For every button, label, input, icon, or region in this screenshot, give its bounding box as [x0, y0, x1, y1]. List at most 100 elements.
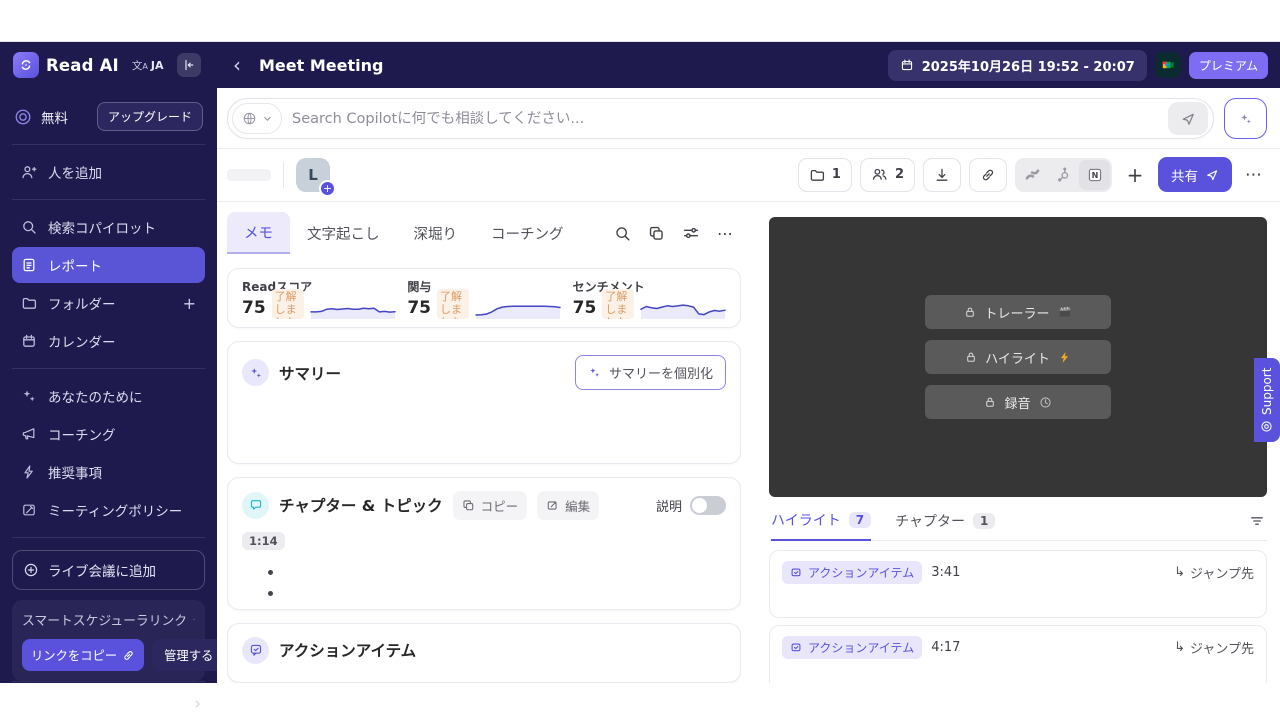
folder-icon [809, 167, 825, 183]
sidebar-item-calendar[interactable]: カレンダー [12, 323, 205, 359]
lightning-icon [1058, 351, 1071, 364]
sidebar-item-folders[interactable]: フォルダー + [12, 285, 205, 321]
send-button[interactable] [1168, 102, 1208, 135]
hubspot-icon[interactable] [1048, 160, 1079, 190]
calendar-icon [900, 58, 914, 72]
notion-icon[interactable]: N [1079, 160, 1110, 190]
participants-count-button[interactable]: 2 [860, 158, 915, 192]
folder-count-button[interactable]: 1 [798, 158, 852, 192]
description-label: 説明 [656, 496, 682, 515]
download-button[interactable] [923, 158, 961, 192]
info-icon[interactable] [193, 613, 195, 626]
header-right: 2025年10月26日 19:52 - 20:07 プレミアム [888, 50, 1280, 81]
sidebar-item-search-copilot[interactable]: 検索コパイロット [12, 209, 205, 245]
calendar-icon [21, 333, 37, 349]
sparkle-wand-icon [1238, 111, 1254, 127]
media-column: トレーラー ハイライト 録音 [769, 212, 1267, 683]
personalize-summary-button[interactable]: サマリーを個別化 [575, 355, 726, 390]
send-icon [1180, 111, 1196, 127]
lock-icon [984, 396, 996, 408]
jump-to-link[interactable]: ↳ ジャンプ先 [1174, 563, 1254, 582]
highlight-card[interactable]: アクションアイテム 4:17 ↳ ジャンプ先 [769, 625, 1267, 683]
copy-notes-icon[interactable] [648, 225, 665, 242]
brand-area: Read AI 文A JA [0, 52, 217, 78]
chapters-count-badge: 1 [973, 513, 995, 529]
globe-icon [242, 111, 257, 126]
plan-icon [14, 108, 32, 126]
sidebar-footer: › [12, 681, 205, 714]
translate-icon: 文A [132, 58, 148, 73]
person-plus-icon [21, 164, 37, 180]
tab-chapters[interactable]: チャプター 1 [895, 511, 995, 540]
sidebar-collapse-button[interactable] [177, 53, 201, 77]
chapter-bullet [268, 591, 726, 596]
link-icon [122, 649, 135, 662]
sidebar-item-coaching[interactable]: コーチング [12, 416, 205, 452]
description-toggle[interactable] [690, 496, 726, 515]
sidebar-item-recommendations[interactable]: 推奨事項 [12, 454, 205, 490]
breadcrumb-placeholder [227, 169, 271, 181]
smart-scheduler-panel: スマートスケジューラリンク リンクをコピー 管理する [12, 600, 205, 681]
bolt-icon [21, 464, 37, 480]
chapters-topics-card: チャプター & トピック コピー 編集 説明 [227, 477, 741, 610]
chat-check-icon [790, 642, 802, 654]
manage-button[interactable]: 管理する [152, 639, 225, 671]
sidebar-item-add-people[interactable]: 人を追加 [12, 154, 205, 190]
chapter-timestamp[interactable]: 1:14 [242, 532, 285, 550]
search-scope-selector[interactable] [232, 103, 282, 134]
sparkles-icon [21, 388, 37, 404]
highlight-card[interactable]: アクションアイテム 3:41 ↳ ジャンプ先 [769, 550, 1267, 618]
language-toggle[interactable]: 文A JA [132, 58, 164, 73]
tab-highlights[interactable]: ハイライト 7 [771, 510, 871, 541]
support-tab[interactable]: Support [1254, 358, 1280, 442]
copilot-search-input[interactable] [292, 111, 1168, 127]
copilot-magic-button[interactable] [1224, 98, 1267, 139]
tab-coaching[interactable]: コーチング [474, 213, 581, 253]
search-notes-icon[interactable] [614, 225, 631, 242]
share-button[interactable]: 共有 [1158, 157, 1232, 192]
video-player[interactable]: トレーラー ハイライト 録音 [769, 217, 1267, 497]
add-participant-button[interactable]: + [319, 180, 336, 197]
support-icon [1261, 420, 1274, 433]
metric-badge: 了解しました [602, 289, 634, 319]
back-button[interactable]: ‹ [231, 55, 243, 75]
tab-deep-dive[interactable]: 深堀り [397, 213, 475, 253]
smart-scheduler-title: スマートスケジューラリンク [22, 610, 195, 629]
sidebar-item-meeting-policies[interactable]: ミーティングポリシー [12, 492, 205, 528]
copy-meeting-link-button[interactable] [969, 158, 1007, 192]
action-item-badge: アクションアイテム [782, 636, 922, 659]
copy-chapters-button[interactable]: コピー [453, 491, 528, 520]
copy-link-button[interactable]: リンクをコピー [22, 639, 144, 671]
expand-chevron-button[interactable]: › [190, 694, 205, 714]
tab-memo[interactable]: メモ [227, 212, 290, 254]
edit-icon [546, 499, 559, 512]
highlight-reel-button[interactable]: ハイライト [925, 340, 1111, 374]
plus-circle-icon [23, 562, 39, 578]
add-integration-button[interactable]: + [1120, 158, 1150, 192]
meeting-title: Meet Meeting [259, 56, 383, 75]
add-to-live-meeting-button[interactable]: ライブ会議に追加 [12, 550, 205, 590]
highlights-count-badge: 7 [849, 512, 871, 528]
action-items-title: アクションアイテム [279, 639, 416, 661]
search-icon [21, 219, 37, 235]
copilot-search-bar[interactable] [227, 98, 1214, 139]
more-options-button[interactable]: ⋯ [1240, 165, 1267, 185]
read-ai-logo-icon[interactable] [13, 52, 39, 78]
tab-transcript[interactable]: 文字起こし [290, 213, 397, 253]
upgrade-button[interactable]: アップグレード [97, 102, 203, 131]
trailer-button[interactable]: トレーラー [925, 295, 1111, 329]
more-notes-icon[interactable]: ⋯ [717, 224, 733, 243]
meeting-date-pill[interactable]: 2025年10月26日 19:52 - 20:07 [888, 50, 1147, 81]
settings-sliders-icon[interactable] [682, 224, 700, 242]
edit-chapters-button[interactable]: 編集 [537, 491, 599, 520]
confluence-icon[interactable] [1017, 160, 1048, 190]
page-top-margin [0, 0, 1280, 42]
main-area: L + 1 2 [217, 88, 1280, 683]
filter-icon[interactable] [1249, 513, 1265, 537]
metric-badge: 了解しました [272, 289, 304, 319]
sidebar-item-for-you[interactable]: あなたのために [12, 378, 205, 414]
sidebar-item-reports[interactable]: レポート [12, 247, 205, 283]
add-folder-button[interactable]: + [183, 294, 196, 313]
recording-button[interactable]: 録音 [925, 385, 1111, 419]
jump-to-link[interactable]: ↳ ジャンプ先 [1174, 638, 1254, 657]
